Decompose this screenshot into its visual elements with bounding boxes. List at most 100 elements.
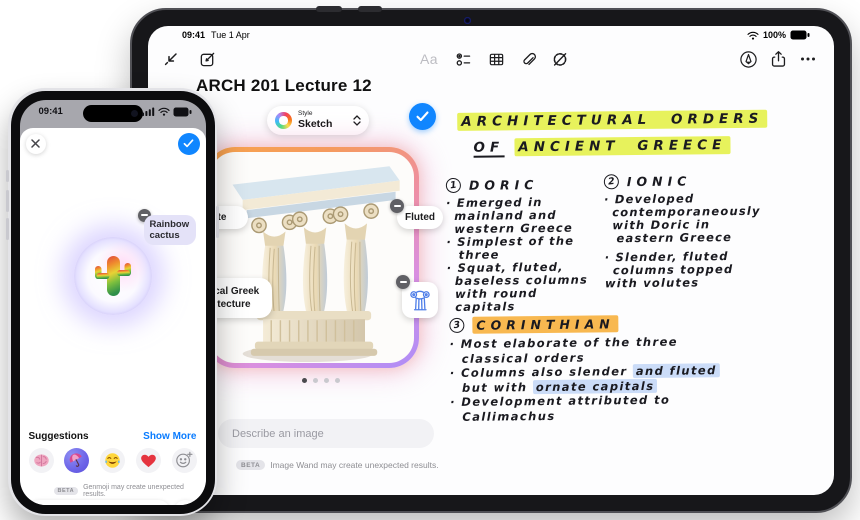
table-icon[interactable]	[485, 48, 507, 70]
ipad-volume-button	[316, 6, 342, 12]
wifi-icon	[747, 31, 759, 40]
corinthian-section: 3 CORINTHIAN · Most elaborate of the thr…	[449, 314, 830, 424]
column-sketch-icon	[407, 287, 433, 313]
notes-heading-line2: ANCIENT GREECE	[514, 136, 730, 156]
mute-switch	[6, 170, 9, 182]
ionic-line: eastern Greece	[604, 230, 814, 245]
corinthian-title: CORINTHIAN	[472, 315, 618, 334]
umbrella-emoji[interactable]	[64, 448, 89, 473]
prompt-line2: cactus	[150, 230, 190, 241]
image-variant-dots[interactable]	[302, 378, 340, 383]
generated-columns-image	[210, 152, 414, 363]
checklist-icon[interactable]	[452, 48, 474, 70]
chip-fluted[interactable]: Fluted	[397, 206, 443, 229]
more-icon[interactable]	[797, 48, 819, 70]
collapse-icon[interactable]	[160, 48, 182, 70]
beta-badge: BETA	[54, 487, 79, 495]
suggestions-title: Suggestions	[29, 431, 89, 442]
disclaimer-text: Image Wand may create unexpected results…	[270, 460, 438, 470]
ionic-title: IONIC	[627, 173, 692, 189]
close-icon	[31, 139, 40, 148]
markup-icon[interactable]	[737, 48, 759, 70]
ionic-line: with volutes	[605, 275, 815, 290]
iphone-clock: 09:41	[39, 106, 63, 117]
ipad-top-button	[358, 6, 382, 12]
corinthian-number: 3	[449, 317, 466, 334]
iphone-screen: 09:41	[20, 100, 206, 505]
dynamic-island	[83, 105, 143, 122]
ipad-clock: 09:41	[182, 30, 205, 40]
ipad-status-left: 09:41 Tue 1 Apr	[182, 30, 250, 40]
notes-heading-line1: ARCHITECTURAL ORDERS	[457, 110, 767, 131]
doric-line: capitals	[447, 299, 605, 314]
chip-fluted-label: Fluted	[405, 212, 435, 223]
genmoji-prompt-chip[interactable]: Rainbow cactus	[144, 215, 196, 245]
style-value: Sketch	[298, 119, 347, 130]
ipad-date: Tue 1 Apr	[211, 30, 250, 40]
describe-image-bar[interactable]	[218, 419, 434, 448]
genmoji-disclaimer: BETA Genmoji may create unexpected resul…	[54, 484, 206, 498]
prompt-line1: Rainbow	[150, 219, 190, 230]
generated-image-frame[interactable]	[205, 147, 419, 368]
volume-down-button	[6, 218, 9, 240]
iphone-status-icons	[142, 107, 192, 117]
compose-icon[interactable]	[196, 48, 218, 70]
ionic-section: 2 IONIC · Developed contemporaneously wi…	[604, 172, 815, 290]
battery-icon	[790, 30, 810, 40]
laughing-emoji[interactable]	[100, 448, 125, 473]
heart-emoji[interactable]	[136, 448, 161, 473]
format-label: Aa	[420, 51, 438, 67]
disclaimer-text: Genmoji may create unexpected results.	[83, 484, 205, 498]
add-emoji[interactable]	[172, 448, 197, 473]
brain-emoji[interactable]	[29, 448, 54, 473]
share-icon[interactable]	[767, 48, 789, 70]
corinthian-line: · Columns also slender	[450, 364, 633, 380]
describe-image-input[interactable]	[232, 428, 420, 440]
cellular-icon	[142, 107, 155, 116]
doric-section: 1 DORIC · Emerged in mainland and wester…	[446, 176, 605, 314]
style-label: Style	[298, 111, 347, 118]
check-icon	[183, 139, 194, 148]
doric-number: 1	[445, 177, 462, 194]
image-playground-icon	[275, 112, 292, 129]
ipad-notes-app: 09:41 Tue 1 Apr 100% Aa	[148, 26, 834, 495]
remove-fluted-button[interactable]	[390, 199, 404, 213]
ipad-device: 09:41 Tue 1 Apr 100% Aa	[130, 8, 852, 513]
person-genmoji-button[interactable]	[174, 500, 197, 505]
corinthian-line: but with	[462, 380, 533, 395]
iphone-device: 09:41	[8, 88, 217, 516]
show-more-link[interactable]: Show More	[143, 431, 196, 442]
ionic-number: 2	[603, 173, 620, 190]
describe-genmoji-bar[interactable]	[28, 500, 170, 505]
genmoji-preview-bubble[interactable]	[74, 237, 152, 315]
check-icon	[416, 111, 429, 122]
battery-icon	[173, 107, 192, 117]
format-icon[interactable]: Aa	[418, 48, 440, 70]
corinthian-highlight: ornate capitals	[533, 378, 658, 393]
volume-up-button	[6, 190, 9, 212]
notes-heading-of: OF	[473, 139, 504, 157]
doric-title: DORIC	[469, 177, 539, 193]
rainbow-cactus-emoji	[93, 253, 133, 299]
beta-badge: BETA	[236, 460, 265, 470]
image-wand-icon[interactable]	[549, 48, 571, 70]
note-title: ARCH 201 Lecture 12	[196, 76, 372, 96]
suggestion-emoji-row	[29, 448, 197, 473]
close-button[interactable]	[26, 134, 46, 154]
corinthian-highlight: and fluted	[633, 363, 720, 378]
power-button	[216, 206, 219, 238]
remove-sketch-button[interactable]	[396, 275, 410, 289]
chevron-up-down-icon	[353, 115, 361, 126]
confirm-genmoji-button[interactable]	[178, 133, 200, 155]
wifi-icon	[158, 107, 170, 116]
genmoji-sheet: Rainbow cactus Suggestions Show More	[20, 128, 206, 505]
image-wand-disclaimer: BETA Image Wand may create unexpected re…	[236, 460, 439, 470]
battery-percent: 100%	[763, 30, 786, 40]
style-selector[interactable]: Style Sketch	[267, 106, 369, 135]
accept-image-button[interactable]	[409, 103, 436, 130]
marketing-canvas: 09:41 Tue 1 Apr 100% Aa	[0, 0, 860, 520]
ipad-status-right: 100%	[747, 30, 810, 40]
ipad-camera	[464, 17, 471, 24]
handwritten-notes: ARCHITECTURAL ORDERS OF ANCIENT GREECE 1 …	[443, 108, 834, 472]
attach-icon[interactable]	[517, 48, 539, 70]
